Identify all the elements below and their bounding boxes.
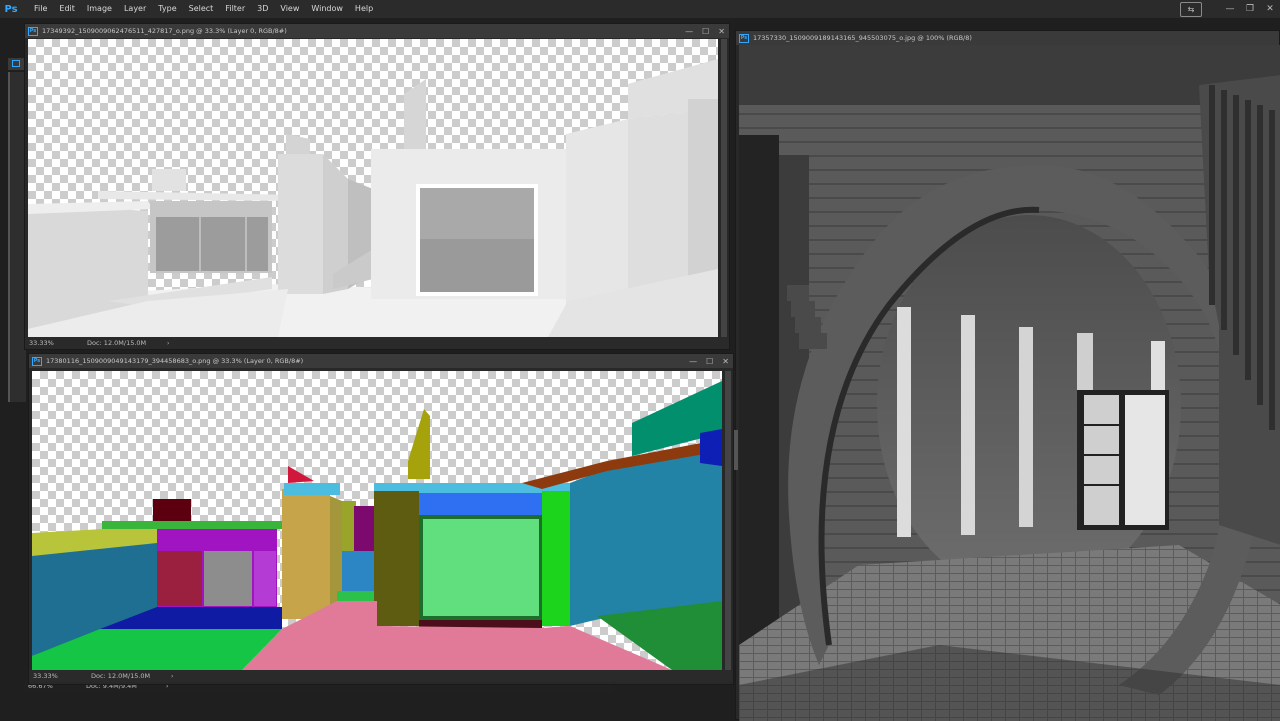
doc2-titlebar[interactable]: Ps 17380116_1509009049143179_394458683_o… <box>29 354 733 368</box>
document-window-segmentation: Ps 17380116_1509009049143179_394458683_o… <box>28 353 734 685</box>
doc2-title: 17380116_1509009049143179_394458683_o.pn… <box>46 357 304 365</box>
menu-image[interactable]: Image <box>81 0 118 18</box>
menu-bar: Ps File Edit Image Layer Type Select Fil… <box>0 0 1280 18</box>
doc1-status-arrow[interactable]: › <box>167 340 169 347</box>
menu-view[interactable]: View <box>274 0 305 18</box>
restore-icon[interactable]: ❐ <box>1240 0 1260 18</box>
doc3-title: 17357330_1509009189143165_945503075_o.jp… <box>753 34 972 42</box>
doc1-titlebar[interactable]: Ps 17349392_1509009062476511_427817_o.pn… <box>25 24 729 38</box>
doc1-zoom[interactable]: 33.33% <box>25 339 87 347</box>
minimize-icon[interactable]: — <box>1220 0 1240 18</box>
doc2-status-arrow[interactable]: › <box>171 673 173 680</box>
doc1-title: 17349392_1509009062476511_427817_o.png @… <box>42 27 287 35</box>
hidden-doc-tab[interactable] <box>8 58 24 70</box>
doc3-titlebar[interactable]: Ps 17357330_1509009189143165_945503075_o… <box>736 31 1279 45</box>
menu-edit[interactable]: Edit <box>53 0 81 18</box>
panel-splitter[interactable] <box>734 430 738 470</box>
doc2-statusbar: 33.33% Doc: 12.0M/15.0M › <box>29 670 733 682</box>
photoshop-doc-icon: Ps <box>32 356 42 366</box>
close-icon[interactable]: ✕ <box>1260 0 1280 18</box>
doc1-statusbar: 33.33% Doc: 12.0M/15.0M › <box>25 337 729 349</box>
photoshop-doc-icon: Ps <box>739 33 749 43</box>
window-controls: ⇆ — ❐ ✕ <box>1180 0 1280 18</box>
doc1-size: Doc: 12.0M/15.0M <box>87 339 147 347</box>
segmentation-image <box>32 381 722 670</box>
doc2-size: Doc: 12.0M/15.0M <box>91 672 151 680</box>
photoshop-doc-icon: Ps <box>28 26 38 36</box>
doc1-vertical-scrollbar[interactable] <box>721 39 727 337</box>
doc3-canvas[interactable] <box>739 45 1280 721</box>
menu-window[interactable]: Window <box>305 0 349 18</box>
doc2-vertical-scrollbar[interactable] <box>725 371 731 670</box>
minimize-icon[interactable]: — <box>685 27 693 36</box>
menu-type[interactable]: Type <box>152 0 182 18</box>
menu-help[interactable]: Help <box>349 0 379 18</box>
document-window-photo: Ps 17357330_1509009189143165_945503075_o… <box>735 30 1280 721</box>
menu-file[interactable]: File <box>28 0 53 18</box>
close-icon[interactable]: ✕ <box>722 357 729 366</box>
menu-layer[interactable]: Layer <box>118 0 152 18</box>
restore-icon[interactable]: ☐ <box>706 357 713 366</box>
restore-icon[interactable]: ☐ <box>702 27 709 36</box>
close-icon[interactable]: ✕ <box>718 27 725 36</box>
minimize-icon[interactable]: — <box>689 357 697 366</box>
doc2-canvas[interactable] <box>32 371 722 670</box>
menu-filter[interactable]: Filter <box>219 0 251 18</box>
document-window-render: Ps 17349392_1509009062476511_427817_o.pn… <box>24 23 730 350</box>
menu-3d[interactable]: 3D <box>251 0 274 18</box>
concrete-interior-photo <box>739 45 1280 721</box>
photoshop-logo: Ps <box>4 3 18 15</box>
render-image <box>28 59 718 337</box>
doc1-canvas[interactable] <box>28 39 718 337</box>
photoshop-doc-icon <box>12 60 20 67</box>
menu-select[interactable]: Select <box>183 0 220 18</box>
doc2-zoom[interactable]: 33.33% <box>29 672 91 680</box>
arrange-documents-icon[interactable]: ⇆ <box>1180 1 1202 17</box>
